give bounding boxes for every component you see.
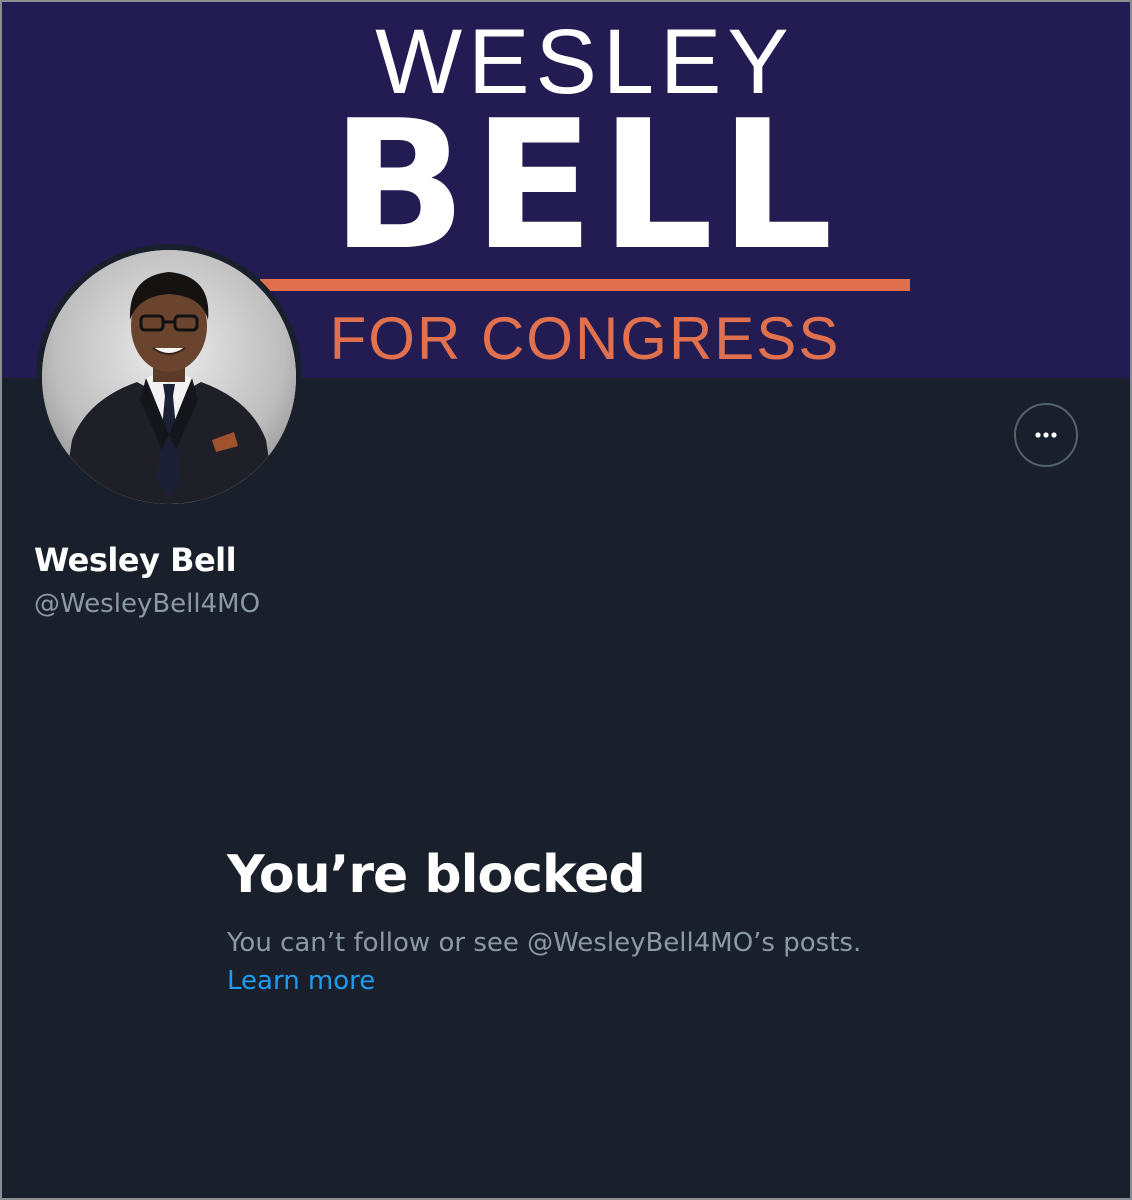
avatar-photo (42, 250, 296, 504)
profile-page: WESLEY BELL FOR CONGRESS Wesley Bell @We… (2, 2, 1130, 1198)
avatar[interactable] (36, 244, 302, 510)
learn-more-link[interactable]: Learn more (227, 962, 375, 1000)
profile-display-name: Wesley Bell (34, 541, 237, 579)
blocked-description: You can’t follow or see @WesleyBell4MO’s… (227, 928, 862, 958)
blocked-title: You’re blocked (227, 845, 646, 905)
more-horizontal-icon (1035, 432, 1057, 438)
more-options-button[interactable] (1014, 403, 1078, 467)
profile-handle: @WesleyBell4MO (34, 589, 261, 619)
banner-title-last-name: BELL (330, 82, 840, 289)
banner-subtitle: FOR CONGRESS (329, 305, 841, 372)
banner-divider (260, 279, 910, 291)
